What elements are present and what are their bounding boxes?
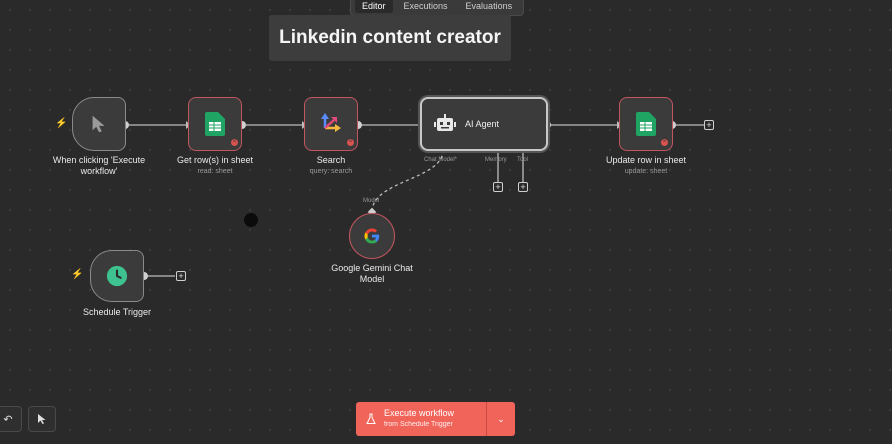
node-schedule-label: Schedule Trigger <box>82 307 152 317</box>
node-schedule-trigger[interactable] <box>90 250 144 302</box>
node-gemini-model[interactable] <box>349 213 395 259</box>
manual-label-line2: workflow' <box>80 166 118 176</box>
port-memory-label: Memory <box>485 157 507 163</box>
cursor-icon <box>92 115 105 133</box>
execute-workflow-label: Execute workflow <box>384 408 455 418</box>
mouse-cursor <box>244 213 258 227</box>
add-memory-button[interactable]: + <box>493 182 503 192</box>
undo-icon: ↶ <box>3 413 13 426</box>
trigger-bolt-icon: ⚡ <box>71 269 84 280</box>
node-ai-agent-title: AI Agent <box>465 119 500 129</box>
execute-workflow-main[interactable]: Execute workflow from Schedule Trigger <box>356 402 486 436</box>
undo-button[interactable]: ↶ <box>0 406 22 432</box>
sheets-icon <box>636 112 656 136</box>
node-manual-trigger-label: When clicking 'Execute workflow' <box>40 155 158 177</box>
port-chat-model-label: Chat Model* <box>424 157 458 163</box>
port-tool-label: Tool <box>517 157 529 163</box>
sheets-icon <box>205 112 225 136</box>
node-gemini-label: Google Gemini Chat Model <box>316 263 428 285</box>
manual-label-line1: When clicking 'Execute <box>52 155 146 165</box>
node-manual-trigger[interactable] <box>72 97 126 151</box>
gemini-label-line1: Google Gemini Chat <box>331 263 413 273</box>
robot-icon <box>434 114 456 131</box>
add-tool-button[interactable]: + <box>518 182 528 192</box>
execute-workflow-button[interactable]: Execute workflow from Schedule Trigger ⌄ <box>356 402 515 436</box>
search-arrows-icon <box>321 113 341 132</box>
gemini-label-line2: Model <box>359 274 385 284</box>
node-ai-agent[interactable]: AI Agent <box>420 97 548 151</box>
connections <box>121 121 704 280</box>
flask-icon <box>366 413 376 424</box>
node-search-label: Search <box>316 155 346 165</box>
node-search-sub: query: search <box>309 168 353 175</box>
node-get-rows-label: Get row(s) in sheet <box>176 155 254 165</box>
pointer-mode-button[interactable] <box>28 406 56 432</box>
error-icon: × <box>661 139 668 146</box>
port-model-label: Model <box>363 198 380 204</box>
add-node-after-update-button[interactable]: + <box>704 120 714 130</box>
execute-workflow-dropdown[interactable]: ⌄ <box>486 402 515 436</box>
chevron-down-icon: ⌄ <box>497 413 505 424</box>
trigger-bolt-icon: ⚡ <box>55 118 68 129</box>
error-icon: × <box>231 139 238 146</box>
execute-workflow-sublabel: from Schedule Trigger <box>384 421 453 428</box>
add-node-after-schedule-button[interactable]: + <box>176 271 186 281</box>
node-update-row-label: Update row in sheet <box>605 155 687 165</box>
pointer-icon <box>38 414 46 424</box>
error-icon: × <box>347 139 354 146</box>
clock-icon <box>106 265 128 287</box>
node-update-row-sub: update: sheet <box>624 168 668 175</box>
google-g-icon <box>364 228 380 244</box>
execute-workflow-text: Execute workflow from Schedule Trigger <box>384 408 454 430</box>
node-get-rows-sub: read: sheet <box>197 168 233 175</box>
